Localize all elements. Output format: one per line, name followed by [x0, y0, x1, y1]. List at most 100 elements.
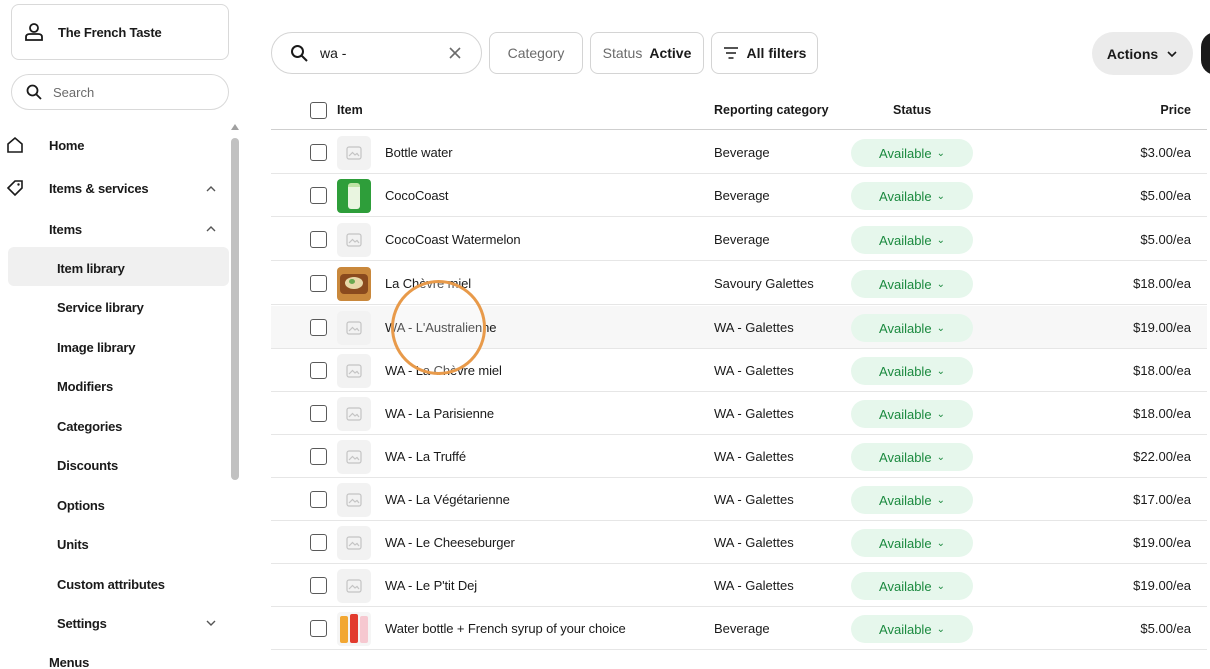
table-row[interactable]: WA - La Végétarienne WA - Galettes Availab…: [271, 478, 1207, 521]
row-checkbox[interactable]: [310, 405, 327, 422]
item-name[interactable]: WA - Le P'tit Dej: [385, 578, 477, 593]
column-header-price[interactable]: Price: [1160, 103, 1191, 117]
sidebar-item-modifiers[interactable]: Modifiers: [57, 379, 113, 394]
row-checkbox[interactable]: [310, 144, 327, 161]
item-name[interactable]: CocoCoast: [385, 188, 449, 203]
item-name[interactable]: WA - La Parisienne: [385, 406, 494, 421]
row-checkbox[interactable]: [310, 319, 327, 336]
chevron-up-icon[interactable]: [205, 223, 217, 235]
item-name[interactable]: WA - Le Cheeseburger: [385, 535, 515, 550]
all-filters-button[interactable]: All filters: [711, 32, 818, 74]
chevron-down-icon[interactable]: [205, 617, 217, 629]
table-row[interactable]: WA - La Parisienne WA - Galettes Available…: [271, 392, 1207, 435]
person-icon: [25, 23, 43, 41]
category-filter-label: Category: [507, 45, 565, 61]
sidebar-item-settings[interactable]: Settings: [57, 616, 107, 631]
sidebar-scrollbar[interactable]: [231, 138, 239, 480]
item-category: WA - Galettes: [714, 449, 794, 464]
table-row[interactable]: CocoCoast Beverage Available ⌄ $5.00/ea: [271, 174, 1207, 217]
status-dropdown[interactable]: Available ⌄: [851, 314, 973, 342]
image-placeholder-icon: [337, 569, 371, 603]
row-checkbox[interactable]: [310, 448, 327, 465]
column-header-item[interactable]: Item: [337, 103, 363, 117]
status-dropdown[interactable]: Available ⌄: [851, 443, 973, 471]
row-checkbox[interactable]: [310, 491, 327, 508]
item-name[interactable]: WA - La Végétarienne: [385, 492, 510, 507]
item-name[interactable]: Bottle water: [385, 145, 453, 160]
item-thumbnail: [337, 267, 371, 301]
item-search-input[interactable]: wa -: [271, 32, 482, 74]
chevron-down-icon: ⌄: [936, 494, 945, 506]
sidebar-search[interactable]: Search: [11, 74, 229, 110]
clear-icon[interactable]: [447, 45, 463, 61]
status-dropdown[interactable]: Available ⌄: [851, 226, 973, 254]
table-row[interactable]: La Chèvre miel Savoury Galettes Available ⌄…: [271, 262, 1207, 305]
column-header-category[interactable]: Reporting category: [714, 103, 829, 117]
status-dropdown[interactable]: Available ⌄: [851, 572, 973, 600]
item-name[interactable]: Water bottle + French syrup of your choi…: [385, 621, 626, 636]
row-checkbox[interactable]: [310, 231, 327, 248]
status-label: Available: [879, 276, 932, 292]
sidebar-item-categories[interactable]: Categories: [57, 419, 122, 434]
create-item-button[interactable]: [1201, 32, 1210, 75]
sidebar-item-home[interactable]: Home: [7, 136, 85, 153]
item-name[interactable]: WA - L'Australienne: [385, 320, 496, 335]
row-checkbox[interactable]: [310, 620, 327, 637]
status-dropdown[interactable]: Available ⌄: [851, 486, 973, 514]
row-checkbox[interactable]: [310, 362, 327, 379]
chevron-down-icon: ⌄: [936, 322, 945, 334]
sidebar-item-discounts[interactable]: Discounts: [57, 458, 118, 473]
table-row[interactable]: WA - La Truffé WA - Galettes Available ⌄ $22…: [271, 435, 1207, 478]
item-price: $17.00/ea: [1133, 492, 1191, 507]
sidebar-item-items-services[interactable]: Items & services: [6, 180, 149, 197]
sidebar-item-options[interactable]: Options: [57, 498, 105, 513]
table-row[interactable]: Bottle water Beverage Available ⌄ $3.00/ea: [271, 131, 1207, 174]
item-name[interactable]: WA - La Chèvre miel: [385, 363, 502, 378]
item-name[interactable]: CocoCoast Watermelon: [385, 232, 521, 247]
scroll-up-arrow-icon[interactable]: [231, 124, 239, 130]
item-price: $5.00/ea: [1140, 188, 1191, 203]
account-switcher[interactable]: The French Taste: [11, 4, 229, 60]
status-dropdown[interactable]: Available ⌄: [851, 357, 973, 385]
table-row[interactable]: WA - Le Cheeseburger WA - Galettes Availab…: [271, 521, 1207, 564]
item-price: $18.00/ea: [1133, 406, 1191, 421]
row-checkbox[interactable]: [310, 275, 327, 292]
status-label: Available: [879, 320, 932, 336]
status-filter[interactable]: Status Active: [590, 32, 704, 74]
column-header-status[interactable]: Status: [893, 103, 931, 117]
sidebar-item-item-library[interactable]: Item library: [57, 261, 125, 276]
sidebar-item-items[interactable]: Items: [49, 222, 82, 237]
table-row[interactable]: Water bottle + French syrup of your choi…: [271, 607, 1207, 650]
item-category: WA - Galettes: [714, 406, 794, 421]
table-row[interactable]: WA - L'Australienne WA - Galettes Availabl…: [271, 306, 1207, 349]
actions-button[interactable]: Actions: [1092, 32, 1193, 75]
status-dropdown[interactable]: Available ⌄: [851, 139, 973, 167]
item-name[interactable]: WA - La Truffé: [385, 449, 466, 464]
sidebar-item-units[interactable]: Units: [57, 537, 89, 552]
sidebar-item-image-library[interactable]: Image library: [57, 340, 136, 355]
sidebar-item-service-library[interactable]: Service library: [57, 300, 144, 315]
search-icon: [26, 84, 42, 100]
status-dropdown[interactable]: Available ⌄: [851, 529, 973, 557]
chevron-down-icon: ⌄: [936, 537, 945, 549]
status-dropdown[interactable]: Available ⌄: [851, 400, 973, 428]
row-checkbox[interactable]: [310, 577, 327, 594]
category-filter[interactable]: Category: [489, 32, 583, 74]
sidebar-item-menus[interactable]: Menus: [49, 655, 89, 669]
table-row[interactable]: WA - Le P'tit Dej WA - Galettes Available ⌄…: [271, 564, 1207, 607]
select-all-checkbox[interactable]: [310, 102, 327, 119]
status-dropdown[interactable]: Available ⌄: [851, 270, 973, 298]
row-checkbox[interactable]: [310, 534, 327, 551]
status-dropdown[interactable]: Available ⌄: [851, 615, 973, 643]
row-checkbox[interactable]: [310, 187, 327, 204]
status-dropdown[interactable]: Available ⌄: [851, 182, 973, 210]
image-placeholder-icon: [337, 311, 371, 345]
sidebar-item-label: Service library: [57, 300, 144, 315]
item-name[interactable]: La Chèvre miel: [385, 276, 471, 291]
chevron-up-icon[interactable]: [205, 183, 217, 195]
item-price: $3.00/ea: [1140, 145, 1191, 160]
table-header: Item Reporting category Status Price: [271, 90, 1207, 130]
table-row[interactable]: WA - La Chèvre miel WA - Galettes Availabl…: [271, 349, 1207, 392]
sidebar-item-custom-attributes[interactable]: Custom attributes: [57, 577, 165, 592]
table-row[interactable]: CocoCoast Watermelon Beverage Available ⌄ $5…: [271, 218, 1207, 261]
